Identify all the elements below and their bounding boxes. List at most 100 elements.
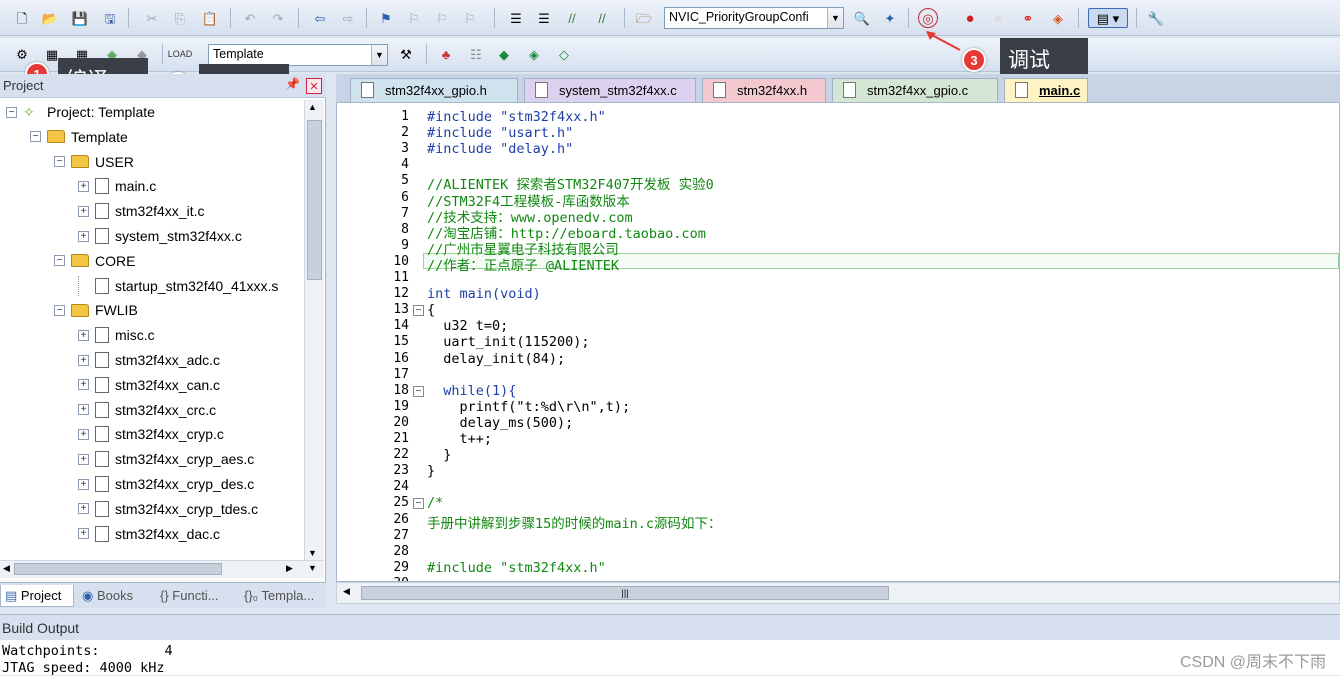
comment-icon[interactable]: //	[562, 8, 582, 28]
collapse-icon[interactable]: −	[54, 304, 65, 316]
expand-icon[interactable]: +	[78, 180, 89, 192]
unindent-icon[interactable]: ☰	[534, 8, 554, 28]
save-all-icon[interactable]: 🖫	[100, 8, 120, 28]
redo-icon[interactable]: ↷	[268, 8, 288, 28]
code-line[interactable]: /*	[427, 495, 443, 511]
bookmark-icon[interactable]: ⚑	[376, 8, 396, 28]
tree-file-item[interactable]: + stm32f4xx_it.c	[78, 199, 204, 223]
configure-icon[interactable]: 🔧	[1146, 8, 1166, 28]
tree-folder-item[interactable]: − USER	[54, 150, 134, 174]
tab-functions[interactable]: {} Functi...	[156, 585, 236, 607]
paste-icon[interactable]: 📋	[200, 8, 220, 28]
save-icon[interactable]: 💾	[70, 8, 90, 28]
breakpoint-disable-icon[interactable]: ●	[988, 8, 1008, 28]
manage-rte-icon[interactable]: ◆	[494, 44, 514, 64]
uncomment-icon[interactable]: //	[592, 8, 612, 28]
breakpoint-icon[interactable]: ●	[960, 8, 980, 28]
code-editor[interactable]: 1 2 3 4 5 6 7 8 9 10 11 12 13−14 15 16 17 18−19 20 21 22 23 2…	[336, 102, 1340, 582]
tree-file-item[interactable]: + stm32f4xx_cryp.c	[78, 422, 224, 446]
code-line[interactable]: #include "delay.h"	[427, 141, 573, 157]
expand-icon[interactable]: +	[78, 453, 89, 465]
expand-icon[interactable]: +	[78, 205, 89, 217]
tree-folder-item[interactable]: − CORE	[54, 249, 135, 273]
fold-toggle-icon[interactable]: −	[413, 305, 424, 317]
window-layout-icon[interactable]: ▤ ▾	[1088, 8, 1128, 28]
tree-file-item[interactable]: startup_stm32f40_41xxx.s	[78, 274, 278, 298]
expand-icon[interactable]: +	[78, 230, 89, 242]
tree-folder-item[interactable]: − FWLIB	[54, 298, 138, 322]
manage-project-icon[interactable]: ♣	[436, 44, 456, 64]
code-line[interactable]: #include "stm32f4xx.h"	[427, 560, 606, 576]
select-packs-icon[interactable]: ☷	[466, 44, 486, 64]
code-line[interactable]: delay_ms(500);	[427, 415, 574, 431]
code-line[interactable]: 手册中讲解到步骤15的时候的main.c源码如下：	[427, 512, 722, 532]
compile-icon[interactable]: ⚙	[12, 44, 32, 64]
scroll-right-icon[interactable]: ▶	[286, 563, 293, 574]
code-line[interactable]: }	[427, 463, 435, 479]
expand-icon[interactable]: +	[78, 428, 89, 440]
tree-scroll-thumb[interactable]	[307, 120, 322, 280]
tab-project[interactable]: ▤ Project	[0, 585, 74, 607]
close-icon[interactable]: ✕	[306, 78, 322, 94]
project-target-combo[interactable]: Template ▼	[208, 44, 388, 66]
breakpoint-disable-all-icon[interactable]: ⚭	[1018, 8, 1038, 28]
expand-icon[interactable]: +	[78, 528, 89, 540]
tree-file-item[interactable]: + stm32f4xx_adc.c	[78, 348, 220, 372]
scroll-up-icon[interactable]: ▲	[308, 102, 317, 112]
tree-file-item[interactable]: + misc.c	[78, 323, 155, 347]
fold-toggle-icon[interactable]: −	[413, 498, 424, 510]
target-combo[interactable]: NVIC_PriorityGroupConfi ▼	[664, 7, 844, 29]
breakpoint-kill-all-icon[interactable]: ◈	[1048, 8, 1068, 28]
bookmark-next-icon[interactable]: ⚐	[432, 8, 452, 28]
tree-file-item[interactable]: + system_stm32f4xx.c	[78, 224, 242, 248]
pack-installer-icon[interactable]: ◈	[524, 44, 544, 64]
expand-icon[interactable]: +	[78, 478, 89, 490]
code-line[interactable]: #include "stm32f4xx.h"	[427, 109, 606, 125]
find-icon[interactable]: 🔍	[852, 8, 872, 28]
incremental-find-icon[interactable]: ✦	[880, 8, 900, 28]
tree-folder-item[interactable]: − Template	[30, 125, 128, 149]
target-options-icon[interactable]: ⚒	[396, 44, 416, 64]
collapse-icon[interactable]: −	[54, 156, 65, 168]
cut-icon[interactable]: ✂	[142, 8, 162, 28]
tree-file-item[interactable]: + stm32f4xx_crc.c	[78, 398, 216, 422]
editor-tab[interactable]: system_stm32f4xx.c	[524, 78, 696, 102]
code-line[interactable]: //作者：正点原子 @ALIENTEK	[427, 254, 619, 274]
expand-icon[interactable]: +	[78, 503, 89, 515]
code-line[interactable]: printf("t:%d\r\n",t);	[427, 399, 631, 415]
tree-horizontal-scrollbar[interactable]: ◀ ▶ ▼	[0, 560, 324, 578]
code-line[interactable]: #include "usart.h"	[427, 125, 573, 141]
code-line[interactable]: {	[427, 302, 435, 318]
editor-horizontal-scrollbar[interactable]: ◀ |||	[336, 582, 1340, 604]
tree-file-item[interactable]: + stm32f4xx_cryp_des.c	[78, 472, 254, 496]
expand-icon[interactable]: +	[78, 354, 89, 366]
collapse-icon[interactable]: −	[6, 106, 17, 118]
code-line[interactable]: uart_init(115200);	[427, 334, 589, 350]
nav-back-icon[interactable]: ⇦	[310, 8, 330, 28]
editor-tab[interactable]: stm32f4xx_gpio.c	[832, 78, 998, 102]
new-file-icon[interactable]: 🗋	[12, 8, 32, 28]
scroll-left-icon[interactable]: ◀	[343, 586, 350, 597]
pack-update-icon[interactable]: ◇	[554, 44, 574, 64]
code-line[interactable]: u32 t=0;	[427, 318, 508, 334]
editor-tab[interactable]: stm32f4xx_gpio.h	[350, 78, 518, 102]
tab-templates[interactable]: {}₀ Templa...	[240, 585, 324, 607]
indent-icon[interactable]: ☰	[506, 8, 526, 28]
chevron-down-icon[interactable]: ▼	[371, 45, 387, 65]
tree-hscroll-thumb[interactable]	[14, 563, 222, 575]
chevron-down-icon[interactable]: ▼	[827, 8, 843, 28]
tree-vertical-scrollbar[interactable]: ▲ ▼	[304, 100, 324, 560]
scroll-left-icon[interactable]: ◀	[3, 563, 10, 574]
code-line[interactable]: delay_init(84);	[427, 351, 565, 367]
bookmark-clear-icon[interactable]: ⚐	[460, 8, 480, 28]
undo-icon[interactable]: ↶	[240, 8, 260, 28]
editor-hscroll-thumb[interactable]: |||	[361, 586, 889, 600]
expand-icon[interactable]: +	[78, 379, 89, 391]
tree-file-item[interactable]: + stm32f4xx_cryp_aes.c	[78, 447, 254, 471]
open-file-icon[interactable]: 📂	[40, 8, 60, 28]
tab-books[interactable]: ◉ Books	[78, 585, 152, 607]
tree-project-item[interactable]: − ✧ Project: Template	[6, 100, 155, 124]
tree-file-item[interactable]: + stm32f4xx_cryp_tdes.c	[78, 497, 258, 521]
collapse-icon[interactable]: −	[30, 131, 41, 143]
bookmark-prev-icon[interactable]: ⚐	[404, 8, 424, 28]
